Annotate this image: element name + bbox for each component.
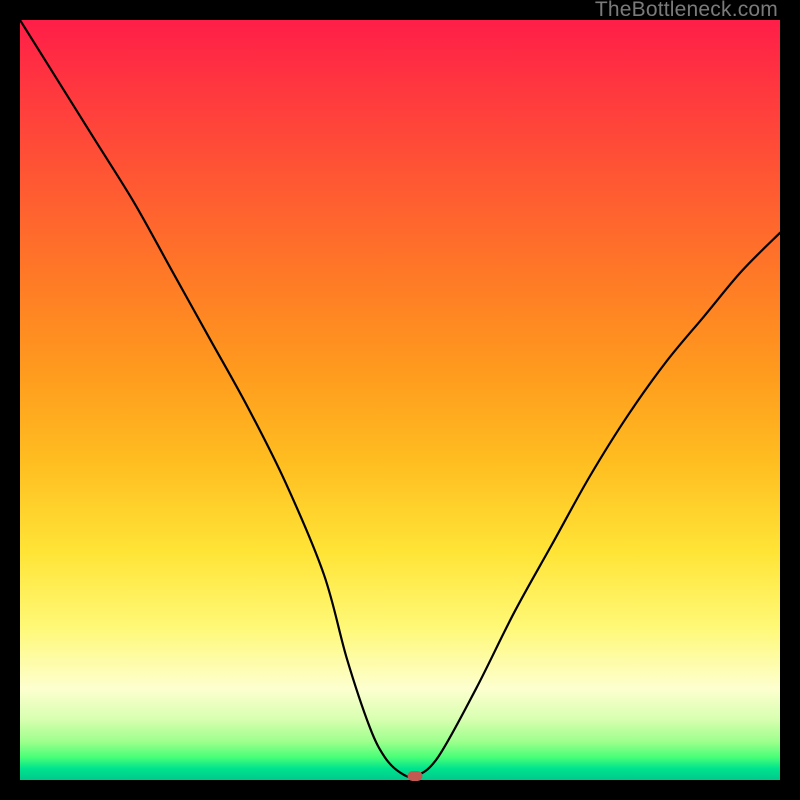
chart-frame: TheBottleneck.com xyxy=(0,0,800,800)
watermark-text: TheBottleneck.com xyxy=(595,0,778,22)
plot-area xyxy=(20,20,780,780)
optimal-point-marker xyxy=(408,771,423,781)
bottleneck-curve xyxy=(20,20,780,777)
curve-svg xyxy=(20,20,780,780)
